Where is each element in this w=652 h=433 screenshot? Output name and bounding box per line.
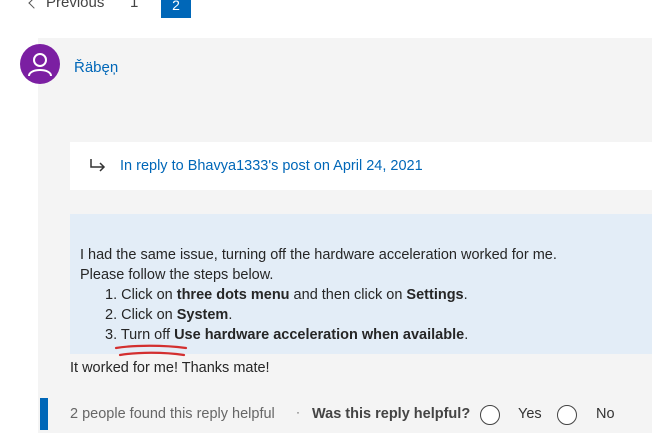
followup-text: It worked for me! Thanks mate! [70,360,270,376]
yes-radio[interactable] [480,405,500,425]
avatar[interactable] [20,44,60,84]
helpful-question: Was this reply helpful? [312,406,471,422]
step-2: 2. Click on System. [105,307,233,323]
page-2-current[interactable]: 2 [161,0,191,18]
no-label[interactable]: No [596,406,615,422]
quote-line-1: I had the same issue, turning off the ha… [80,247,557,263]
helpful-count: 2 people found this reply helpful [70,406,275,422]
in-reply-to-box: In reply to Bhavya1333's post on April 2… [70,142,652,190]
quoted-text: I had the same issue, turning off the ha… [80,245,557,345]
pagination: Previous 1 2 [0,0,652,18]
helpful-footer: 2 people found this reply helpful · Was … [38,398,652,430]
chevron-left-icon [28,0,40,9]
step-1: 1. Click on three dots menu and then cli… [105,287,468,303]
quoted-post: I had the same issue, turning off the ha… [70,214,652,354]
yes-label[interactable]: Yes [518,406,542,422]
page-1-link[interactable]: 1 [130,0,138,11]
user-icon [28,53,52,77]
footer-accent-bar [40,398,48,430]
no-radio[interactable] [557,405,577,425]
in-reply-to-link[interactable]: In reply to Bhavya1333's post on April 2… [120,158,423,174]
previous-page-link[interactable]: Previous [28,0,105,11]
separator: · [296,405,300,419]
reply-arrow-icon [90,159,106,172]
previous-label: Previous [46,0,105,11]
red-underline-annotation [114,344,188,357]
steps-list: 1. Click on three dots menu and then cli… [80,285,557,345]
author-name[interactable]: Řäbęņ [74,59,118,76]
quote-line-2: Please follow the steps below. [80,267,274,283]
step-3: 3. Turn off Use hardware acceleration wh… [105,327,469,343]
